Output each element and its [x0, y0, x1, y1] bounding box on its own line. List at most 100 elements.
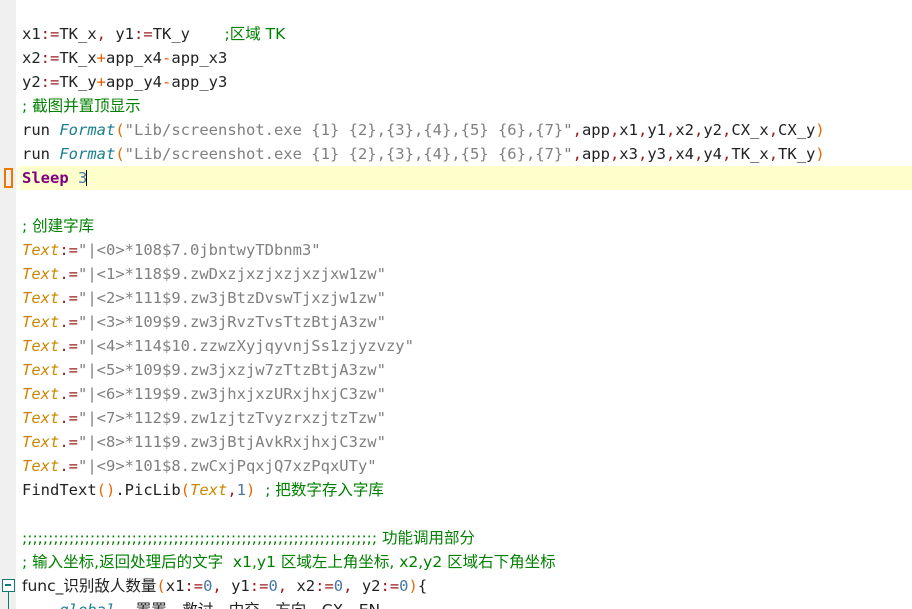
code-token: y2 [703, 121, 723, 139]
code-token: Text [22, 289, 60, 307]
code-line[interactable]: Text.="|<9>*101$8.zwCxjPqxjQ7xzPqxUTy" [0, 454, 912, 478]
code-token: Sleep [22, 169, 69, 187]
code-token: app_x4 [106, 49, 163, 67]
code-line[interactable]: Text.="|<2>*111$9.zw3jBtzDvswTjxzjw1zw" [0, 286, 912, 310]
code-line[interactable]: Text.="|<1>*118$9.zwDxzjxzjxzjxzjxw1zw" [0, 262, 912, 286]
code-token: 0 [268, 577, 278, 595]
code-token: "|<0>*108$7.0jbntwyTDbnm3" [78, 241, 321, 259]
code-token: , [609, 121, 620, 139]
code-line[interactable]: x1:=TK_x, y1:=TK_y ;区域 TK [0, 22, 912, 46]
code-token: ( [180, 481, 190, 499]
code-line[interactable]: Text:="|<0>*108$7.0jbntwyTDbnm3" [0, 238, 912, 262]
code-token: , [694, 121, 704, 139]
code-token: ; 截图并置顶显示 [22, 97, 141, 115]
code-token: + [96, 49, 107, 67]
code-token: app_x3 [171, 49, 228, 67]
code-token: Text [22, 313, 60, 331]
code-token: 0 [399, 577, 409, 595]
code-token: y1 [221, 577, 250, 595]
code-token: y1 [106, 25, 135, 43]
code-token: y3 [647, 145, 666, 163]
code-line[interactable]: Text.="|<3>*109$9.zw3jRvzTvsTtzBtjA3zw" [0, 310, 912, 334]
current-line-bracket [4, 168, 13, 188]
code-token: ; 输入坐标,返回处理后的文字 x1,y1 区域左上角坐标, x2,y2 区域右… [22, 553, 556, 571]
code-token: app [581, 121, 610, 139]
code-token: := [40, 49, 60, 67]
code-token: := [184, 577, 204, 595]
code-token: run [22, 121, 60, 139]
code-line[interactable]: ;;;;;;;;;;;;;;;;;;;;;;;;;;;;;;;;;;;;;;;;… [0, 526, 912, 550]
code-line[interactable]: Sleep 3 [0, 166, 912, 190]
code-token: x3 [619, 145, 638, 163]
code-token: Text [22, 265, 60, 283]
code-line[interactable]: FindText().PicLib(Text,1) ; 把数字存入字库 [0, 478, 912, 502]
code-token: .= [59, 433, 78, 451]
code-token: y1 [647, 121, 666, 139]
code-token: "|<3>*109$9.zw3jRvzTvsTtzBtjA3zw" [78, 313, 386, 331]
code-token: , [637, 145, 648, 163]
code-token: TK_y [152, 25, 191, 43]
code-token: := [59, 241, 78, 259]
code-token: TK_x [59, 49, 97, 67]
code-token: ; 把数字存入字库 [255, 481, 384, 499]
code-token: .PicLib [115, 481, 181, 499]
code-line[interactable] [0, 190, 912, 214]
code-line[interactable]: run Format("Lib/screenshot.exe {1} {2},{… [0, 118, 912, 142]
code-token: , [665, 145, 676, 163]
code-token: Text [22, 457, 60, 475]
code-line[interactable]: y2:=TK_y+app_y4-app_y3 [0, 70, 912, 94]
code-line[interactable]: run Format("Lib/screenshot.exe {1} {2},{… [0, 142, 912, 166]
code-token: , [768, 145, 779, 163]
code-token: , [768, 121, 779, 139]
code-token: , [609, 145, 620, 163]
code-token: Format [59, 121, 116, 139]
code-line[interactable]: global 、置置、救讨、中交、方向、CX、EN [0, 598, 912, 609]
code-token: ) [408, 577, 418, 595]
code-line[interactable]: func_识别敌人数量(x1:=0, y1:=0, x2:=0, y2:=0){ [0, 574, 912, 598]
code-line[interactable] [0, 502, 912, 526]
code-token: := [40, 73, 60, 91]
code-token: .= [59, 337, 78, 355]
code-token: Text [22, 337, 60, 355]
code-line[interactable]: Text.="|<8>*111$9.zw3jBtjAvkRxjhxjC3zw" [0, 430, 912, 454]
code-token: , [572, 121, 582, 139]
code-token: := [249, 577, 269, 595]
code-token: .= [59, 361, 78, 379]
code-fold-collapse-box[interactable] [2, 579, 15, 592]
code-content[interactable]: x1:=TK_x, y1:=TK_y ;区域 TK x2:=TK_x+app_x4… [0, 0, 912, 609]
code-line[interactable]: ; 创建字库 [0, 214, 912, 238]
code-line[interactable]: Text.="|<6>*119$9.zw3jhxjxzURxjhxjC3zw" [0, 382, 912, 406]
code-token: "|<6>*119$9.zw3jhxjxzURxjhxjC3zw" [78, 385, 386, 403]
code-token: run [22, 145, 60, 163]
code-token: x2 [675, 121, 694, 139]
code-token: ;;;;;;;;;;;;;;;;;;;;;;;;;;;;;;;;;;;;;;;;… [22, 529, 476, 547]
code-token: () [96, 481, 116, 499]
code-line[interactable]: Text.="|<4>*114$10.zzwzXyjqyvnjSs1zjyzvz… [0, 334, 912, 358]
code-token: Text [22, 409, 60, 427]
code-token: , [212, 577, 222, 595]
code-line[interactable]: ; 输入坐标,返回处理后的文字 x1,y1 区域左上角坐标, x2,y2 区域右… [0, 550, 912, 574]
code-token: CX_x [731, 121, 769, 139]
code-token: "|<9>*101$8.zwCxjPqxjQ7xzPqxUTy" [78, 457, 377, 475]
code-line[interactable]: Text.="|<5>*109$9.zw3jxzjw7zTtzBtjA3zw" [0, 358, 912, 382]
code-token: app_y3 [171, 73, 228, 91]
code-token: "|<1>*118$9.zwDxzjxzjxzjxzjxw1zw" [78, 265, 386, 283]
editor-gutter[interactable] [0, 0, 17, 609]
code-token: , [722, 121, 732, 139]
code-token: Format [59, 145, 116, 163]
code-token: "|<8>*111$9.zw3jBtjAvkRxjhxjC3zw" [78, 433, 386, 451]
code-line[interactable]: ; 截图并置顶显示 [0, 94, 912, 118]
code-line[interactable]: Text.="|<7>*112$9.zw1zjtzTvyzrxzjtzTzw" [0, 406, 912, 430]
code-token: "|<5>*109$9.zw3jxzjw7zTtzBtjA3zw" [78, 361, 386, 379]
code-token: := [40, 25, 60, 43]
code-token: , [277, 577, 288, 595]
code-line[interactable]: x2:=TK_x+app_x4-app_x3 [0, 46, 912, 70]
code-token: .= [59, 385, 78, 403]
code-token: := [134, 25, 153, 43]
code-editor[interactable]: x1:=TK_x, y1:=TK_y ;区域 TK x2:=TK_x+app_x4… [0, 0, 912, 609]
code-token: TK_y [59, 73, 97, 91]
code-token: .= [59, 409, 78, 427]
code-token: x2 [287, 577, 316, 595]
code-token: "Lib/screenshot.exe {1} {2},{3},{4},{5} … [124, 121, 573, 139]
